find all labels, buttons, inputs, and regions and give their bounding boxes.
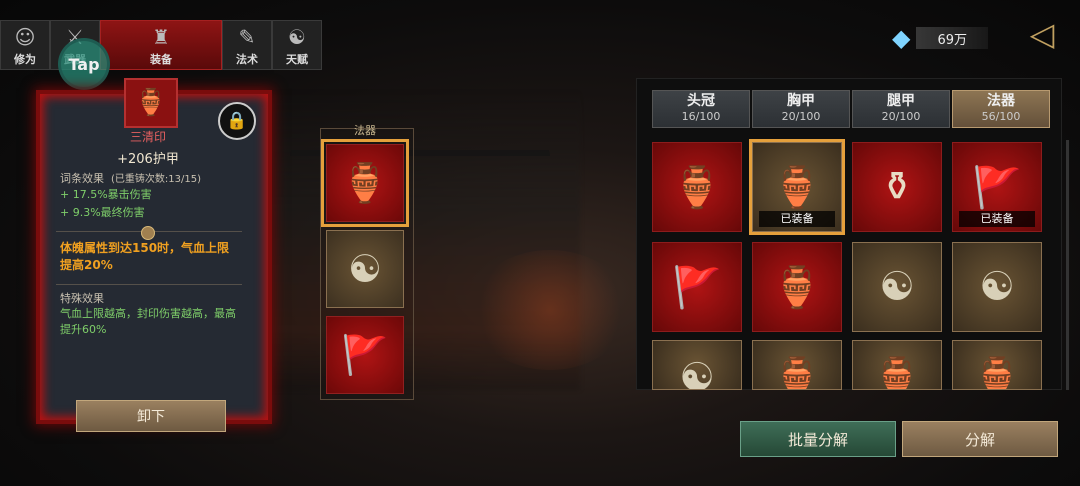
gourd-icon: 🏺 (772, 264, 822, 311)
inventory-item-flag[interactable]: 🚩 已装备 (952, 142, 1042, 232)
inventory-item-taiji[interactable]: ☯ (852, 242, 942, 332)
equipped-badge: 已装备 (959, 211, 1035, 227)
slot-taiji[interactable]: ☯ (326, 230, 404, 308)
affix-title: 词条效果 (已重铸次数:13/15) (60, 172, 201, 185)
currency-display: ◆ 69万 (892, 24, 988, 52)
slot-seal-stamp[interactable]: 🏺 (321, 139, 409, 227)
set-bonus-text: 体魄属性到达150时，气血上限提高20% (60, 241, 230, 272)
flag-icon: 🚩 (972, 164, 1022, 211)
tab-spells[interactable]: ✎ 法术 (222, 20, 272, 70)
special-effect-title: 特殊效果 (60, 292, 104, 305)
inventory-scrollbar[interactable] (1066, 140, 1069, 390)
divider-gem-icon (141, 226, 155, 240)
item-name: 三清印 (129, 130, 166, 144)
crystal-icon: ◆ (892, 24, 911, 52)
inventory-item-taiji[interactable]: ☯ (652, 340, 742, 390)
tab-artifact[interactable]: 法器 56/100 (952, 90, 1050, 128)
top-tab-bar: ☺ 修为 ⚔ 武器 ♜ 装备 ✎ 法术 ☯ 天赋 (0, 20, 322, 70)
inventory-item-gourd[interactable]: 🏺 (952, 340, 1042, 390)
affix-line: + 17.5%暴击伤害 (60, 188, 152, 201)
special-effect-text: 气血上限越高，封印伤害越高，最高提升60% (60, 307, 236, 336)
inventory-item-gourd[interactable]: 🏺 (752, 340, 842, 390)
gourd-icon: 🏺 (672, 164, 722, 211)
inventory-item-flag[interactable]: 🚩 (652, 242, 742, 332)
slot-column-label: 法器 (354, 124, 376, 137)
seal-box-icon: ⚱ (880, 164, 914, 210)
batch-decompose-button[interactable]: 批量分解 (740, 421, 896, 457)
gourd-icon: 🏺 (772, 356, 822, 390)
category-tabs: 头冠 16/100 胸甲 20/100 腿甲 20/100 法器 56/100 (652, 90, 1050, 128)
affix-recast-count: (已重铸次数:13/15) (111, 174, 201, 185)
taiji-icon: ☯ (288, 25, 306, 49)
inventory-item-gourd[interactable]: 🏺 (852, 340, 942, 390)
tab-legs[interactable]: 腿甲 20/100 (852, 90, 950, 128)
taiji-icon: ☯ (679, 355, 715, 390)
armor-stat: +206护甲 (117, 152, 179, 167)
affix-line: + 9.3%最终伤害 (60, 206, 145, 219)
currency-amount: 69万 (916, 27, 988, 49)
slot-flag[interactable]: 🚩 (326, 316, 404, 394)
tab-helmet[interactable]: 头冠 16/100 (652, 90, 750, 128)
tab-talent[interactable]: ☯ 天赋 (272, 20, 322, 70)
unequip-button[interactable]: 卸下 (76, 400, 226, 432)
flag-icon: 🚩 (672, 264, 722, 311)
inventory-item-taiji[interactable]: ☯ (952, 242, 1042, 332)
tap-hint-button[interactable]: Tap (58, 38, 110, 90)
background-fire-glow (470, 250, 630, 370)
gourd-icon: 🏺 (972, 356, 1022, 390)
flag-icon: 🚩 (341, 332, 389, 377)
inventory-item-gourd[interactable]: 🏺 (652, 142, 742, 232)
back-arrow-icon[interactable]: ◁ (1022, 14, 1062, 54)
seal-stamp-icon: 🏺 (341, 160, 389, 205)
inventory-item-seal-box[interactable]: ⚱ (852, 142, 942, 232)
scroll-icon: ✎ (238, 25, 256, 49)
tab-equipment[interactable]: ♜ 装备 (100, 20, 222, 70)
tab-chest[interactable]: 胸甲 20/100 (752, 90, 850, 128)
equipped-badge: 已装备 (759, 211, 835, 227)
tab-cultivation[interactable]: ☺ 修为 (0, 20, 50, 70)
taiji-icon: ☯ (879, 264, 915, 310)
decompose-button[interactable]: 分解 (902, 421, 1058, 457)
divider (56, 284, 242, 285)
inventory-item-gourd[interactable]: 🏺 (752, 242, 842, 332)
taiji-icon: ☯ (347, 247, 383, 291)
inventory-item-seal[interactable]: 🏺 已装备 (749, 139, 845, 235)
gourd-icon: 🏺 (872, 356, 922, 390)
seal-stamp-icon: 🏺 (124, 78, 178, 128)
person-icon: ☺ (14, 25, 36, 49)
seal-stamp-icon: 🏺 (772, 164, 822, 211)
taiji-icon: ☯ (979, 264, 1015, 310)
robe-icon: ♜ (152, 25, 170, 49)
